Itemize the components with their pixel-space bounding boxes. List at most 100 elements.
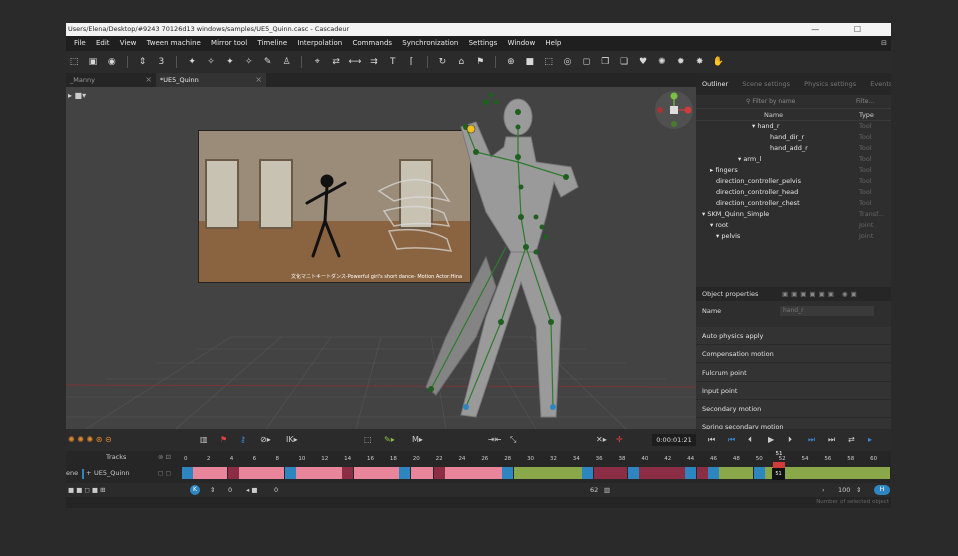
range-prev-icon[interactable]: ◂ ■ [246,483,257,497]
keyframe-interval[interactable] [433,467,445,479]
pose-icon[interactable]: ✦ [185,51,199,73]
pose-mirror-icon[interactable]: ✧ [242,51,256,73]
current-frame-marker[interactable]: 51 [773,451,785,461]
track-add-icon[interactable]: + [86,469,91,477]
close-icon[interactable]: × [255,73,262,87]
joint-icon[interactable]: ✺ [655,51,669,73]
next-frame-icon[interactable]: ⏵ [788,429,792,451]
keyframe-interval[interactable] [513,467,582,479]
section-input-point[interactable]: Input point [696,382,891,400]
keyframe-interval[interactable] [399,467,411,479]
keyframe-interval[interactable] [342,467,354,479]
keyframe-interval[interactable] [353,467,399,479]
keyframe-interval[interactable] [719,467,754,479]
menu-synchronization[interactable]: Synchronization [402,36,458,51]
tab-physics-settings[interactable]: Physics settings [804,73,856,95]
property-filter-icons[interactable]: ▣▣▣▣▣▣ ◉▣ [782,287,860,301]
orientation-gizmo[interactable] [655,91,693,129]
keyframe-interval[interactable] [776,467,891,479]
outliner-row[interactable]: ▾ SKM_Quinn_Simple Transf... [696,209,891,220]
keyframe-interval[interactable] [627,467,639,479]
heart-icon[interactable]: ♥ [636,51,650,73]
h-mode-icon[interactable]: H [874,485,890,495]
run-icon[interactable]: ⚑ [473,51,487,73]
section-auto-physics-apply[interactable]: Auto physics apply [696,327,891,345]
name-field[interactable]: hand_r [780,306,874,316]
outliner-row[interactable]: ▾ hand_r Tool [696,121,891,132]
speed-stepper-icon[interactable]: ⇕ [856,483,861,497]
outliner-row[interactable]: ▾ pelvis Joint [696,231,891,242]
layout-icon[interactable]: ⊟ [881,36,887,51]
outliner-row[interactable]: direction_controller_pelvis Tool [696,176,891,187]
keyframe-interval[interactable] [696,467,708,479]
keyframe-interval[interactable] [445,467,502,479]
interval-icon[interactable]: ✎▸ [384,429,395,451]
mirror-icon[interactable]: ▥ [200,429,208,451]
menu-edit[interactable]: Edit [96,36,110,51]
brush-icon[interactable]: ✎ [261,51,275,73]
frame-icon[interactable]: ⬚ [542,51,556,73]
rotate-icon[interactable]: ↻ [435,51,449,73]
pin-icon[interactable]: ⌖ [310,51,324,73]
center-icon[interactable]: ⊕ [504,51,518,73]
track-options-icon[interactable]: ⊚ ⊡ [158,453,171,461]
tab-scene-settings[interactable]: Scene settings [742,73,790,95]
wrench-icon[interactable]: ✕▸ [596,429,607,451]
outliner-filter[interactable]: ⚲ Filter by name Filte... [696,95,891,109]
tab-manny[interactable]: _Manny × [66,73,156,87]
speed-arrow-icon[interactable]: › [822,483,825,497]
keyframe-interval[interactable] [582,467,594,479]
playback-speed[interactable]: 100 [838,483,850,497]
target-icon[interactable]: ◎ [561,51,575,73]
prev-key-icon[interactable]: ⏮ [728,429,735,451]
keyframe-interval[interactable] [708,467,719,479]
box-icon[interactable]: ◻ [579,51,593,73]
step-icon[interactable]: ⇉ [367,51,381,73]
hand-icon[interactable]: ✋ [712,51,726,73]
range-start[interactable]: 0 [228,483,232,497]
section-compensation-motion[interactable]: Compensation motion [696,345,891,363]
keyframe-interval[interactable] [753,467,765,479]
current-time[interactable]: 0:00:01:21 [652,434,696,446]
keyframe-interval[interactable] [410,467,434,479]
video-camera-icon[interactable]: ■ [523,51,537,73]
camera-icon[interactable]: ◉ [105,51,119,73]
block-icon[interactable]: ⊘▸ [260,429,271,451]
range-end[interactable]: 0 [274,483,278,497]
tab-quinn[interactable]: *UE5_Quinn × [156,73,266,87]
rect-select-icon[interactable]: ▣ [86,51,100,73]
ik-icon[interactable]: IK▸ [286,429,298,451]
menu-tween-machine[interactable]: Tween machine [147,36,201,51]
prev-frame-icon[interactable]: ⏴ [748,429,752,451]
menu-help[interactable]: Help [545,36,561,51]
outliner-row[interactable]: ▾ arm_l Tool [696,154,891,165]
filter-type-input[interactable]: Filte... [856,95,874,109]
tab-events[interactable]: Events [870,73,891,95]
select-icon[interactable]: ⬚ [67,51,81,73]
interpolation-icon[interactable]: ⇄ [329,51,343,73]
pose-paste-icon[interactable]: ✦ [223,51,237,73]
section-secondary-motion[interactable]: Secondary motion [696,400,891,418]
track-visibility-icon[interactable]: ◻ ◻ [158,469,171,477]
tab-outliner[interactable]: Outliner [702,73,728,95]
fixed-icon[interactable]: ⟷ [348,51,362,73]
menu-window[interactable]: Window [508,36,536,51]
range-stepper-icon[interactable]: ⇕ [210,483,215,497]
column-type[interactable]: Type [859,109,874,121]
key-icon[interactable]: ⚷ [240,429,246,451]
play-range-icon[interactable]: ▸ [868,429,872,451]
keyframe-interval[interactable] [296,467,342,479]
menu-interpolation[interactable]: Interpolation [297,36,342,51]
keyframe-interval[interactable] [284,467,296,479]
keyframe-interval[interactable] [593,467,628,479]
outliner-row[interactable]: hand_dir_r Tool [696,132,891,143]
menu-settings[interactable]: Settings [469,36,498,51]
first-frame-icon[interactable]: ⏮ [708,429,715,451]
view-mode-icons[interactable]: ■ ■ ◻ ■ ⊞ [68,483,106,497]
keyframe-interval[interactable] [685,467,697,479]
close-icon[interactable]: × [145,73,152,87]
keyframe-interval[interactable] [639,467,685,479]
menu-mirror-tool[interactable]: Mirror tool [211,36,247,51]
frame-step-value[interactable]: 3 [154,51,168,73]
outliner-row[interactable]: direction_controller_head Tool [696,187,891,198]
